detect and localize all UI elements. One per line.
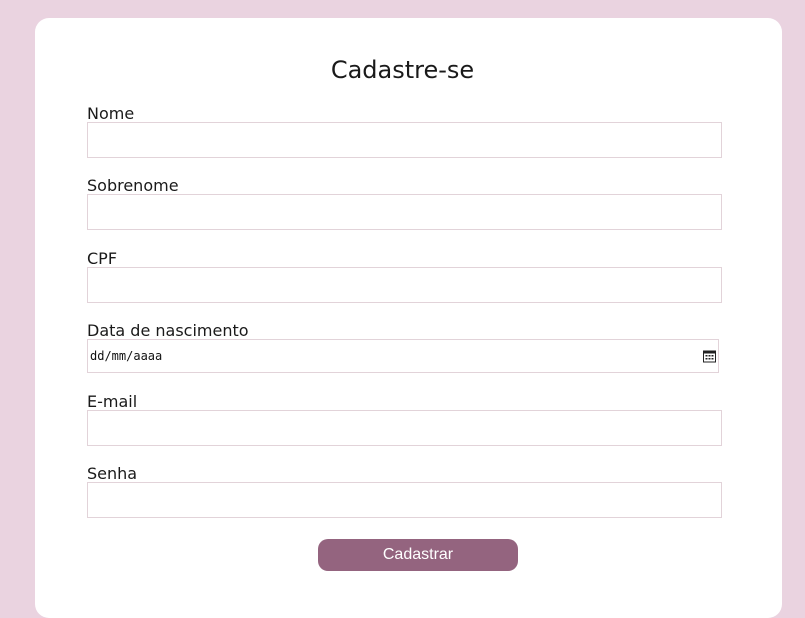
- sobrenome-label: Sobrenome: [87, 176, 179, 195]
- calendar-icon[interactable]: [703, 350, 716, 363]
- data-nascimento-input[interactable]: dd/mm/aaaa: [87, 339, 719, 373]
- nome-label: Nome: [87, 104, 135, 123]
- nome-input[interactable]: [87, 122, 722, 158]
- senha-input[interactable]: [87, 482, 722, 518]
- page-title: Cadastre-se: [330, 56, 475, 84]
- cpf-label: CPF: [87, 249, 118, 268]
- sobrenome-input[interactable]: [87, 194, 722, 230]
- date-placeholder: dd/mm/aaaa: [90, 349, 163, 363]
- senha-label: Senha: [87, 464, 138, 483]
- cpf-input[interactable]: [87, 267, 722, 303]
- signup-card: [35, 18, 782, 618]
- data-nascimento-label: Data de nascimento: [87, 321, 249, 340]
- email-input[interactable]: [87, 410, 722, 446]
- email-label: E-mail: [87, 392, 138, 411]
- cadastrar-button[interactable]: Cadastrar: [318, 539, 518, 571]
